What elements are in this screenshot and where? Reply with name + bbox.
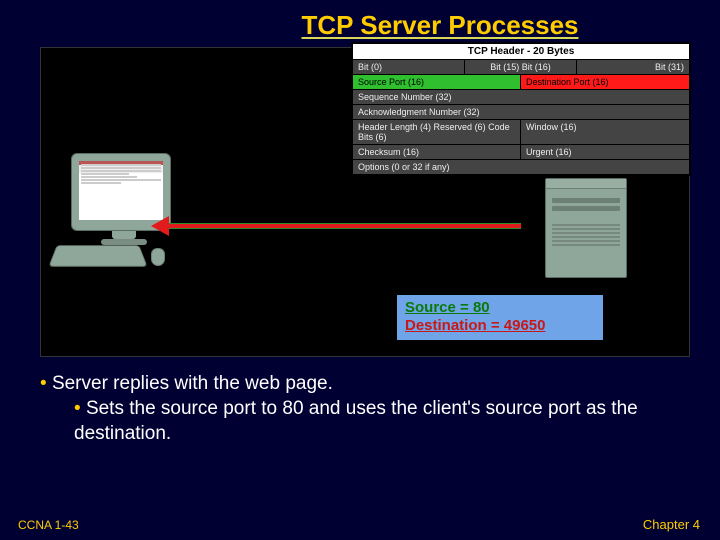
tcp-header-table: TCP Header - 20 Bytes Bit (0) Bit (15) B… (351, 42, 691, 176)
ports-row: Source Port (16) Destination Port (16) (353, 74, 689, 89)
arrow-head-icon (151, 216, 169, 236)
bits-row: Bit (0) Bit (15) Bit (16) Bit (31) (353, 59, 689, 74)
bit-15-16: Bit (15) Bit (16) (465, 60, 577, 74)
slide-title: TCP Server Processes (0, 0, 720, 47)
mouse (151, 248, 165, 266)
source-port-field: Source Port (16) (353, 75, 521, 89)
window-field: Window (16) (521, 120, 689, 144)
ack-field: Acknowledgment Number (32) (353, 105, 689, 119)
dest-port-label: Destination = 49650 (405, 317, 595, 336)
bit-0: Bit (0) (353, 60, 465, 74)
footer-left: CCNA 1-43 (18, 518, 79, 532)
keyboard (48, 245, 147, 266)
hlen-field: Header Length (4) Reserved (6) Code Bits… (353, 120, 521, 144)
diagram-area: TCP Header - 20 Bytes Bit (0) Bit (15) B… (40, 47, 690, 357)
response-arrow (151, 220, 521, 232)
footer-right: Chapter 4 (643, 517, 700, 532)
server-tower (545, 178, 627, 278)
tcp-header-title: TCP Header - 20 Bytes (353, 44, 689, 59)
urgent-field: Urgent (16) (521, 145, 689, 159)
bullet-2: Sets the source port to 80 and uses the … (74, 396, 680, 446)
dest-port-field: Destination Port (16) (521, 75, 689, 89)
port-info-box: Source = 80 Destination = 49650 (395, 293, 605, 343)
bullet-list: Server replies with the web page. Sets t… (0, 357, 720, 446)
options-field: Options (0 or 32 if any) (353, 160, 689, 174)
browser-window (79, 161, 163, 220)
bullet-1: Server replies with the web page. (40, 371, 680, 396)
seq-field: Sequence Number (32) (353, 90, 689, 104)
source-port-label: Source = 80 (405, 299, 595, 318)
checksum-field: Checksum (16) (353, 145, 521, 159)
bit-31: Bit (31) (577, 60, 689, 74)
